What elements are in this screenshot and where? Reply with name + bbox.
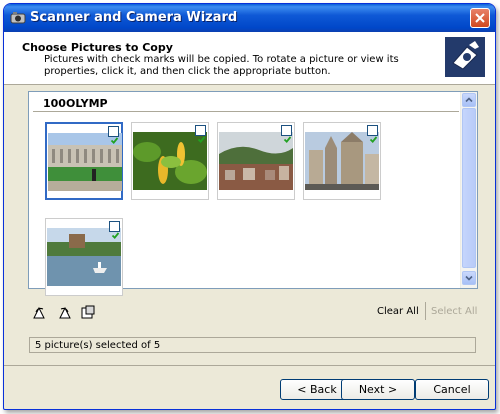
wizard-window: Scanner and Camera Wizard Choose Picture… — [3, 3, 496, 410]
lake-boat-photo — [47, 228, 121, 286]
close-icon — [475, 13, 485, 23]
title-bar[interactable]: Scanner and Camera Wizard — [4, 4, 495, 32]
thumbnail-5-checkbox[interactable] — [109, 221, 120, 240]
scroll-thumb[interactable] — [462, 108, 476, 268]
hillside-town-photo — [219, 132, 293, 190]
scroll-down-button[interactable] — [462, 271, 476, 285]
thumbnail-2-checkbox[interactable] — [195, 125, 206, 144]
toolbar-separator — [425, 302, 426, 320]
close-button[interactable] — [470, 8, 490, 28]
wizard-header: Choose Pictures to Copy Pictures with ch… — [4, 32, 495, 85]
thumbnail-3[interactable] — [217, 122, 295, 200]
thumbnail-4[interactable] — [303, 122, 381, 200]
picture-list[interactable]: 100OLYMP — [28, 91, 478, 296]
vertical-scrollbar[interactable] — [460, 92, 477, 288]
chevron-up-icon — [465, 97, 473, 103]
selection-status: 5 picture(s) selected of 5 — [35, 340, 161, 351]
cancel-button[interactable]: Cancel — [415, 379, 489, 400]
thumbnail-5[interactable] — [45, 218, 123, 296]
page-title: Choose Pictures to Copy — [22, 41, 173, 54]
clear-all-button[interactable]: Clear All — [377, 306, 419, 317]
select-all-button[interactable]: Select All — [431, 306, 477, 317]
thumbnail-1-checkbox[interactable] — [108, 126, 119, 145]
rotate-right-icon[interactable] — [56, 304, 72, 320]
thumbnail-1[interactable] — [45, 122, 123, 200]
folder-divider — [33, 111, 459, 112]
window-title: Scanner and Camera Wizard — [30, 10, 238, 25]
button-divider — [4, 365, 495, 366]
thumbnail-4-checkbox[interactable] — [367, 125, 378, 144]
page-description: Pictures with check marks will be copied… — [44, 54, 399, 77]
folder-label: 100OLYMP — [43, 97, 108, 110]
properties-icon[interactable] — [80, 304, 96, 320]
status-box: 5 picture(s) selected of 5 — [29, 337, 476, 353]
wizard-camera-icon — [445, 37, 485, 77]
scroll-up-button[interactable] — [462, 93, 476, 107]
cathedral-photo — [305, 132, 379, 190]
next-button[interactable]: Next > — [341, 379, 415, 400]
rotate-left-icon[interactable] — [32, 304, 48, 320]
flowers-photo — [133, 132, 207, 190]
chevron-down-icon — [465, 275, 473, 281]
thumbnail-3-checkbox[interactable] — [281, 125, 292, 144]
scanner-camera-icon — [10, 12, 26, 24]
thumbnail-2[interactable] — [131, 122, 209, 200]
